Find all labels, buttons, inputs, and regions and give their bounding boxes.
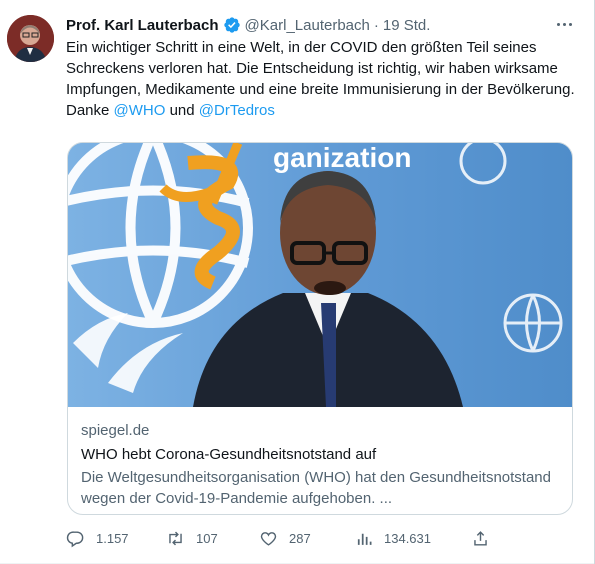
mention-who[interactable]: @WHO <box>114 102 166 119</box>
more-icon[interactable] <box>552 14 576 34</box>
author-name[interactable]: Prof. Karl Lauterbach <box>66 17 219 34</box>
reply-icon <box>66 530 84 547</box>
card-domain: spiegel.de <box>81 422 150 439</box>
header-separator: · <box>373 16 379 34</box>
retweet-icon <box>169 531 182 545</box>
author-handle[interactable]: @Karl_Lauterbach <box>245 17 370 34</box>
card-image[interactable]: ganization <box>68 143 572 407</box>
avatar[interactable] <box>7 15 54 62</box>
card-meta: spiegel.de WHO hebt Corona-Gesundheitsno… <box>81 422 561 509</box>
tweet-actions: 1.157 107 287 134.631 <box>66 526 496 550</box>
tweet-time[interactable]: 19 Std. <box>383 17 431 34</box>
tweet[interactable]: Prof. Karl Lauterbach @Karl_Lauterbach ·… <box>0 0 594 564</box>
verified-badge-icon <box>223 16 241 34</box>
like-count: 287 <box>289 530 311 546</box>
card-image-text: ganization <box>273 143 411 173</box>
avatar-image <box>7 15 54 62</box>
tweet-header: Prof. Karl Lauterbach @Karl_Lauterbach ·… <box>66 14 430 36</box>
link-card[interactable]: ganization spiegel.de WHO hebt Corona-Ge… <box>67 142 573 515</box>
mention-drtedros[interactable]: @DrTedros <box>199 102 275 119</box>
share-button[interactable] <box>471 526 490 550</box>
tweet-text: Ein wichtiger Schritt in eine Welt, in d… <box>66 37 581 121</box>
retweet-button[interactable]: 107 <box>166 526 218 550</box>
share-icon <box>474 530 487 546</box>
views-count: 134.631 <box>384 530 431 546</box>
like-button[interactable]: 287 <box>259 526 311 550</box>
retweet-count: 107 <box>196 530 218 546</box>
views-icon <box>357 533 372 545</box>
card-description: Die Weltgesundheitsorganisation (WHO) ha… <box>81 469 551 507</box>
reply-count: 1.157 <box>96 530 129 546</box>
tweet-conjunction: und <box>165 102 199 119</box>
reply-button[interactable]: 1.157 <box>66 526 129 550</box>
views-button[interactable]: 134.631 <box>354 526 431 550</box>
card-title[interactable]: WHO hebt Corona-Gesundheitsnotstand auf <box>81 445 561 465</box>
heart-icon <box>260 531 277 546</box>
